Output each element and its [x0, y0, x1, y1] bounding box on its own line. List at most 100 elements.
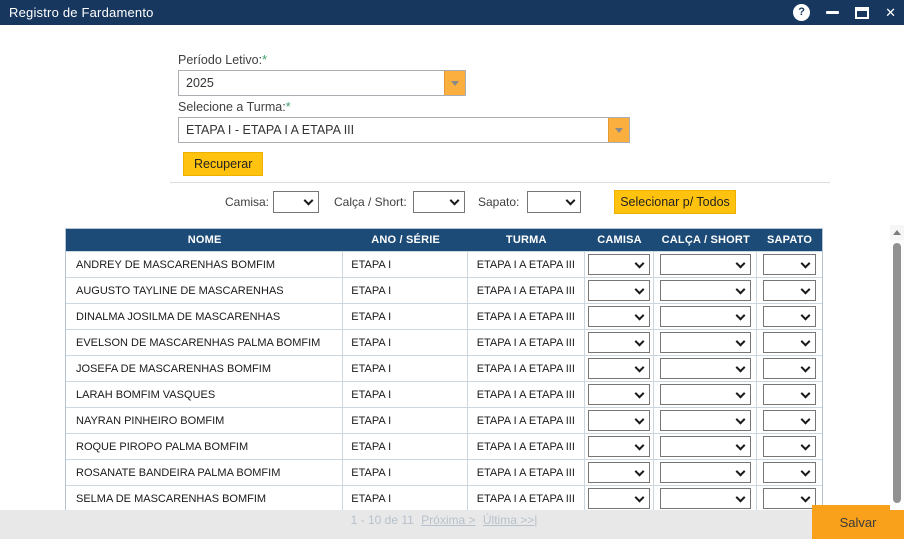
row-calca-select-wrap [660, 332, 751, 353]
filter-camisa-select[interactable] [273, 191, 319, 213]
cell-row-sapato-select [757, 408, 822, 433]
col-calca: CALÇA / SHORT [654, 229, 757, 251]
row-sapato-select[interactable] [763, 332, 816, 353]
row-calca-select[interactable] [660, 280, 751, 301]
row-calca-select[interactable] [660, 254, 751, 275]
scrollbar-thumb[interactable] [893, 243, 901, 503]
cell-row-calca-select [654, 278, 757, 303]
row-sapato-select[interactable] [763, 488, 816, 509]
filter-sapato-label: Sapato: [478, 195, 519, 209]
filter-sapato-select[interactable] [527, 191, 581, 213]
row-sapato-select[interactable] [763, 358, 816, 379]
vertical-scrollbar[interactable] [890, 225, 904, 510]
row-calca-select-wrap [660, 280, 751, 301]
row-sapato-select[interactable] [763, 410, 816, 431]
row-calca-select[interactable] [660, 358, 751, 379]
cell-row-camisa-select [585, 278, 655, 303]
scroll-up-icon[interactable] [890, 225, 904, 240]
students-table: NOME ANO / SÉRIE TURMA CAMISA CALÇA / SH… [65, 228, 823, 512]
cell-ano-serie: ETAPA I [343, 330, 468, 355]
cell-row-sapato-select [757, 252, 822, 277]
row-sapato-select[interactable] [763, 306, 816, 327]
periodo-letivo-label: Período Letivo:* [178, 53, 267, 67]
close-icon[interactable]: ✕ [885, 5, 896, 21]
table-row: JOSEFA DE MASCARENHAS BOMFIMETAPA IETAPA… [66, 355, 822, 381]
row-camisa-select[interactable] [588, 254, 650, 275]
row-camisa-select[interactable] [588, 358, 650, 379]
row-calca-select-wrap [660, 358, 751, 379]
row-camisa-select-wrap [588, 436, 650, 457]
cell-ano-serie: ETAPA I [343, 252, 468, 277]
cell-nome: JOSEFA DE MASCARENHAS BOMFIM [66, 356, 343, 381]
cell-turma: ETAPA I A ETAPA III [468, 486, 585, 511]
row-camisa-select-wrap [588, 488, 650, 509]
row-sapato-select[interactable] [763, 436, 816, 457]
row-sapato-select[interactable] [763, 254, 816, 275]
filter-sapato-select-wrap [527, 191, 581, 213]
cell-turma: ETAPA I A ETAPA III [468, 278, 585, 303]
row-camisa-select[interactable] [588, 384, 650, 405]
table-row: LARAH BOMFIM VASQUESETAPA IETAPA I A ETA… [66, 381, 822, 407]
row-sapato-select[interactable] [763, 384, 816, 405]
row-calca-select-wrap [660, 462, 751, 483]
row-calca-select[interactable] [660, 306, 751, 327]
cell-row-camisa-select [585, 252, 655, 277]
row-calca-select[interactable] [660, 384, 751, 405]
cell-row-calca-select [654, 252, 757, 277]
minimize-icon[interactable] [826, 11, 839, 14]
required-asterisk: * [286, 100, 291, 114]
cell-row-camisa-select [585, 460, 655, 485]
save-button[interactable]: Salvar [812, 505, 904, 539]
dropdown-arrow-icon[interactable] [608, 118, 629, 142]
filter-calca-select[interactable] [413, 191, 465, 213]
row-sapato-select[interactable] [763, 280, 816, 301]
cell-turma: ETAPA I A ETAPA III [468, 356, 585, 381]
turma-select[interactable]: ETAPA I - ETAPA I A ETAPA III [178, 117, 630, 143]
row-camisa-select[interactable] [588, 436, 650, 457]
select-all-button[interactable]: Selecionar p/ Todos [614, 190, 736, 214]
cell-row-sapato-select [757, 434, 822, 459]
row-calca-select-wrap [660, 488, 751, 509]
row-camisa-select[interactable] [588, 332, 650, 353]
recuperar-button[interactable]: Recuperar [183, 152, 263, 176]
dropdown-arrow-icon[interactable] [444, 71, 465, 95]
row-sapato-select-wrap [763, 332, 816, 353]
row-camisa-select[interactable] [588, 462, 650, 483]
help-icon[interactable]: ? [793, 4, 810, 21]
pagination-last-link[interactable]: Última >>| [483, 513, 537, 527]
row-camisa-select-wrap [588, 306, 650, 327]
cell-row-sapato-select [757, 304, 822, 329]
row-calca-select-wrap [660, 384, 751, 405]
row-calca-select[interactable] [660, 410, 751, 431]
row-camisa-select[interactable] [588, 488, 650, 509]
maximize-icon[interactable] [855, 7, 869, 19]
row-calca-select[interactable] [660, 462, 751, 483]
cell-row-camisa-select [585, 486, 655, 511]
row-calca-select[interactable] [660, 488, 751, 509]
cell-row-calca-select [654, 382, 757, 407]
row-sapato-select-wrap [763, 488, 816, 509]
turma-value: ETAPA I - ETAPA I A ETAPA III [179, 118, 608, 142]
row-camisa-select[interactable] [588, 306, 650, 327]
cell-ano-serie: ETAPA I [343, 486, 468, 511]
row-sapato-select[interactable] [763, 462, 816, 483]
row-calca-select[interactable] [660, 436, 751, 457]
dialog-registro-fardamento: Registro de Fardamento ? ✕ Período Letiv… [0, 0, 904, 539]
row-calca-select[interactable] [660, 332, 751, 353]
cell-ano-serie: ETAPA I [343, 382, 468, 407]
row-camisa-select[interactable] [588, 280, 650, 301]
row-sapato-select-wrap [763, 254, 816, 275]
filter-camisa-select-wrap [273, 191, 319, 213]
cell-turma: ETAPA I A ETAPA III [468, 408, 585, 433]
cell-ano-serie: ETAPA I [343, 408, 468, 433]
row-sapato-select-wrap [763, 410, 816, 431]
periodo-letivo-select[interactable]: 2025 [178, 70, 466, 96]
pagination-next-link[interactable]: Próxima > [421, 513, 475, 527]
cell-row-camisa-select [585, 434, 655, 459]
table-row: ANDREY DE MASCARENHAS BOMFIMETAPA IETAPA… [66, 251, 822, 277]
row-camisa-select[interactable] [588, 410, 650, 431]
cell-ano-serie: ETAPA I [343, 278, 468, 303]
cell-row-calca-select [654, 330, 757, 355]
row-sapato-select-wrap [763, 436, 816, 457]
table-row: DINALMA JOSILMA DE MASCARENHASETAPA IETA… [66, 303, 822, 329]
